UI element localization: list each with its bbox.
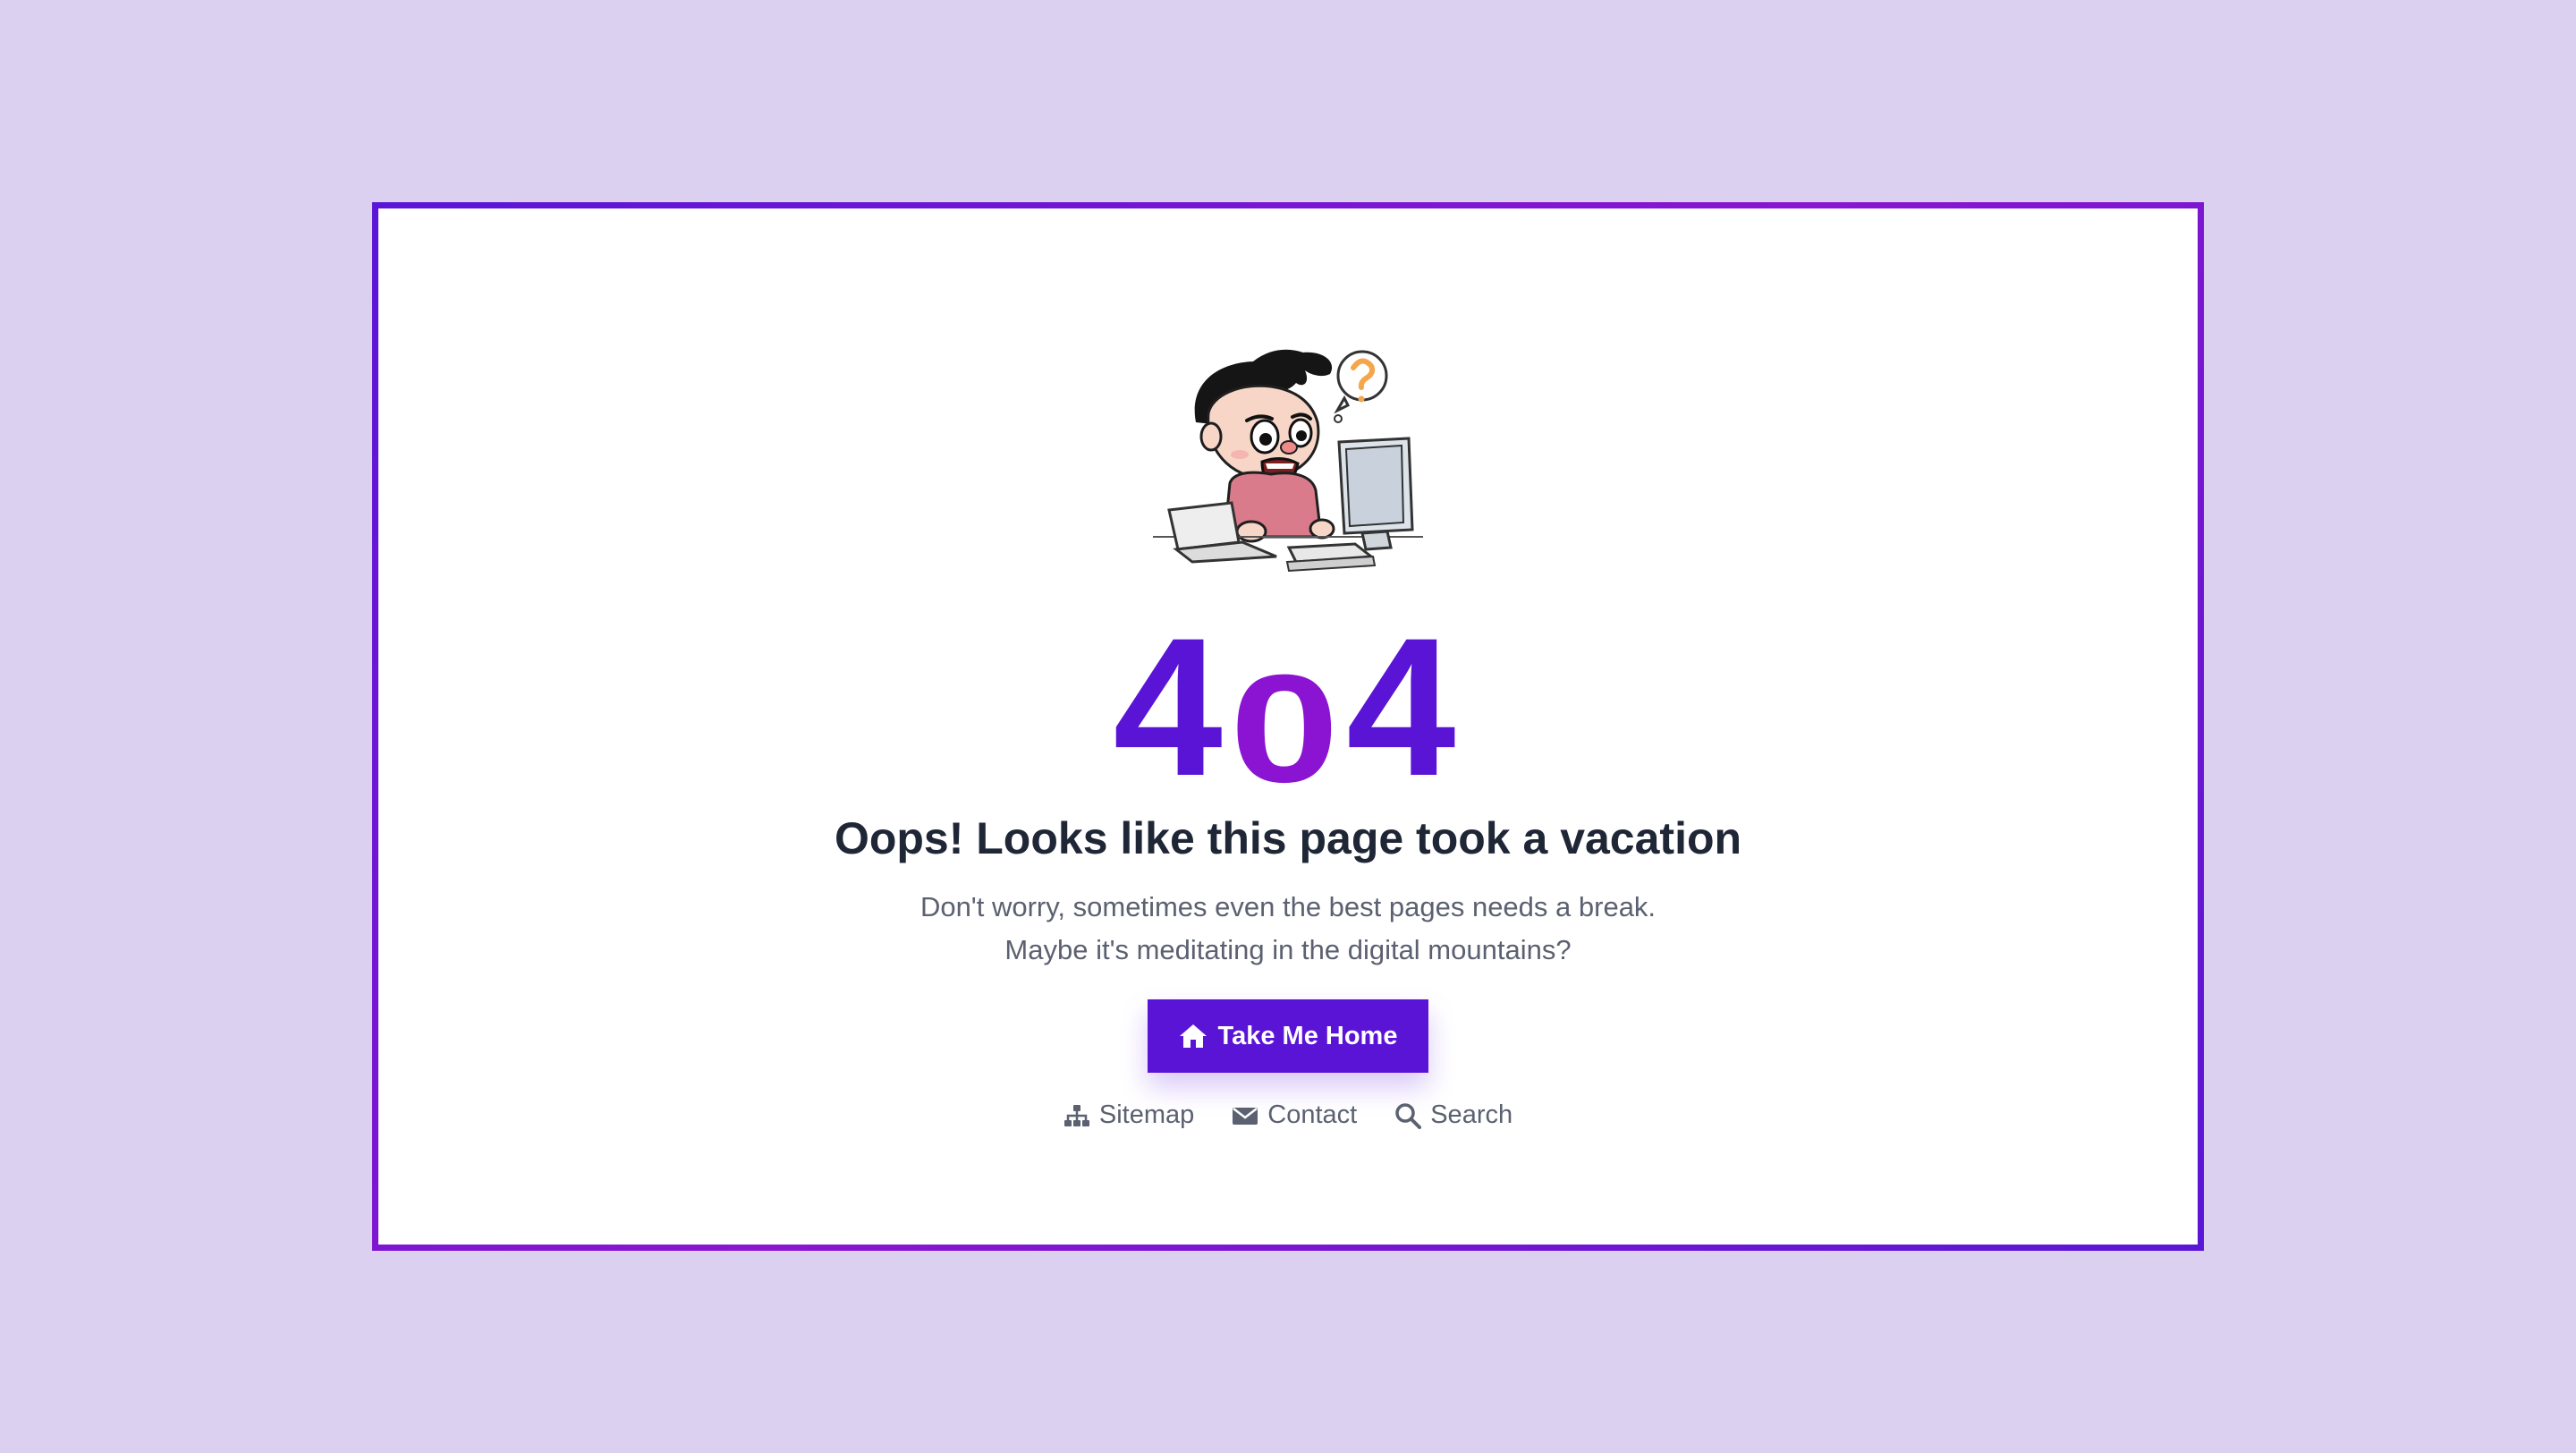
contact-link[interactable]: Contact <box>1232 1100 1357 1130</box>
error-code-digit-first: 4 <box>1113 597 1230 817</box>
sitemap-icon <box>1063 1104 1089 1126</box>
search-link-label: Search <box>1430 1100 1513 1129</box>
take-me-home-button[interactable]: Take Me Home <box>1148 999 1428 1073</box>
error-code: 404 <box>0 608 2576 805</box>
search-icon <box>1395 1102 1422 1129</box>
error-code-digit-last: 4 <box>1346 597 1463 817</box>
error-subtitle: Don't worry, sometimes even the best pag… <box>0 886 2576 972</box>
error-title: Oops! Looks like this page took a vacati… <box>834 813 1742 863</box>
error-subtitle-line-2: Maybe it's meditating in the digital mou… <box>1004 934 1572 965</box>
error-subtitle-line-1: Don't worry, sometimes even the best pag… <box>919 891 1657 922</box>
envelope-icon <box>1233 1107 1258 1125</box>
take-me-home-label: Take Me Home <box>1217 1021 1398 1050</box>
home-icon <box>1179 1024 1207 1048</box>
helpful-links: Sitemap Contact Search <box>0 1100 2576 1130</box>
sitemap-link-label: Sitemap <box>1098 1100 1195 1129</box>
search-link[interactable]: Search <box>1394 1100 1513 1130</box>
sitemap-link[interactable]: Sitemap <box>1063 1100 1194 1130</box>
confused-developer-illustration <box>1153 349 1423 573</box>
error-code-digit-middle: 0 <box>1229 642 1347 815</box>
contact-link-label: Contact <box>1267 1100 1358 1129</box>
